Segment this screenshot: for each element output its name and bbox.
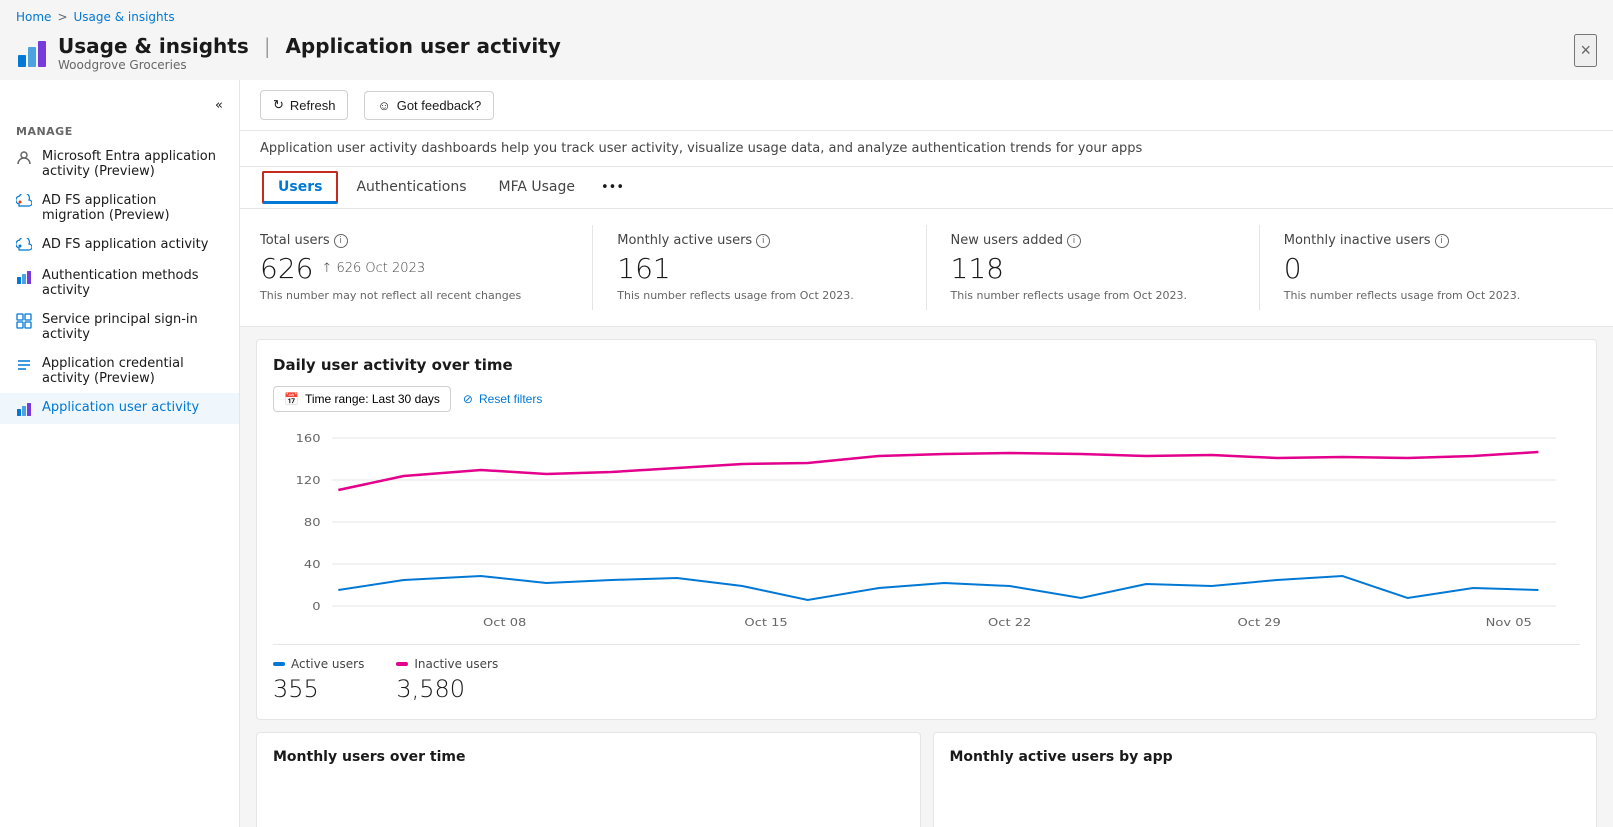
- more-tabs-button[interactable]: •••: [595, 170, 630, 205]
- sidebar-item-adfs-migration[interactable]: AD FS application migration (Preview): [0, 186, 239, 230]
- tab-bar: Users Authentications MFA Usage •••: [240, 167, 1613, 209]
- sidebar-item-label: Application user activity: [42, 400, 199, 415]
- svg-text:Oct 08: Oct 08: [483, 616, 526, 628]
- sidebar-item-app-credential[interactable]: Application credential activity (Preview…: [0, 349, 239, 393]
- description-text: Application user activity dashboards hel…: [260, 141, 1142, 156]
- chart-bar-icon: [16, 269, 32, 285]
- calendar-icon: 📅: [284, 392, 299, 406]
- chart-active-icon: [16, 401, 32, 417]
- list-icon: [16, 357, 32, 373]
- breadcrumb-current: Usage & insights: [74, 10, 175, 24]
- tab-users[interactable]: Users: [262, 171, 338, 204]
- person-icon: [16, 150, 32, 166]
- refresh-icon: ↻: [273, 97, 284, 113]
- sidebar-manage-label: Manage: [0, 119, 239, 142]
- bottom-charts-row: Monthly users over time Monthly active u…: [256, 732, 1597, 827]
- sidebar-item-label: Application credential activity (Preview…: [42, 356, 223, 386]
- svg-text:Oct 15: Oct 15: [744, 616, 787, 628]
- page-header: Usage & insights | Application user acti…: [0, 30, 1613, 80]
- active-users-dot: [273, 662, 285, 666]
- breadcrumb-separator: >: [57, 10, 67, 24]
- svg-text:Oct 22: Oct 22: [988, 616, 1031, 628]
- sidebar-collapse-button[interactable]: «: [0, 92, 239, 119]
- new-users-info-icon[interactable]: i: [1067, 234, 1081, 248]
- feedback-button[interactable]: ☺ Got feedback?: [364, 91, 494, 120]
- chart-filters: 📅 Time range: Last 30 days ⊘ Reset filte…: [273, 386, 1580, 412]
- monthly-active-by-app-card: Monthly active users by app: [933, 732, 1598, 827]
- stat-monthly-active-users: Monthly active users i 161 This number r…: [593, 225, 926, 310]
- reset-filters-button[interactable]: ⊘ Reset filters: [463, 392, 542, 406]
- svg-text:80: 80: [304, 516, 321, 529]
- stat-monthly-inactive-users: Monthly inactive users i 0 This number r…: [1260, 225, 1593, 310]
- sidebar-item-label: AD FS application migration (Preview): [42, 193, 223, 223]
- filter-icon: ⊘: [463, 392, 473, 406]
- chart-title: Daily user activity over time: [273, 356, 1580, 374]
- cloud-migration-icon: [16, 194, 32, 210]
- sidebar: « Manage Microsoft Entra application act…: [0, 80, 240, 827]
- monthly-users-over-time-card: Monthly users over time: [256, 732, 921, 827]
- page-title: Usage & insights | Application user acti…: [58, 34, 561, 58]
- stat-total-users: Total users i 626 ↑ 626 Oct 2023 This nu…: [260, 225, 593, 310]
- cloud-activity-icon: [16, 238, 32, 254]
- sidebar-item-service-principal[interactable]: Service principal sign-in activity: [0, 305, 239, 349]
- inactive-users-dot: [396, 662, 408, 666]
- sidebar-item-label: AD FS application activity: [42, 237, 208, 252]
- main-container: « Manage Microsoft Entra application act…: [0, 80, 1613, 827]
- page-title-text: Usage & insights | Application user acti…: [58, 34, 561, 72]
- svg-text:120: 120: [296, 474, 321, 487]
- sidebar-item-auth-methods[interactable]: Authentication methods activity: [0, 261, 239, 305]
- active-users-value: 355: [273, 675, 364, 703]
- sidebar-item-entra-app[interactable]: Microsoft Entra application activity (Pr…: [0, 142, 239, 186]
- stats-row: Total users i 626 ↑ 626 Oct 2023 This nu…: [240, 209, 1613, 327]
- breadcrumb: Home > Usage & insights: [0, 0, 1613, 30]
- page-title-area: Usage & insights | Application user acti…: [16, 34, 561, 72]
- svg-text:160: 160: [296, 432, 321, 445]
- sidebar-item-label: Authentication methods activity: [42, 268, 223, 298]
- tab-authentications[interactable]: Authentications: [340, 169, 482, 208]
- inactive-users-value: 3,580: [396, 675, 498, 703]
- app-icon: [16, 37, 48, 69]
- time-range-filter-button[interactable]: 📅 Time range: Last 30 days: [273, 386, 451, 412]
- legend-active-users: Active users 355: [273, 657, 364, 703]
- svg-text:Oct 29: Oct 29: [1238, 616, 1281, 628]
- total-users-info-icon[interactable]: i: [334, 234, 348, 248]
- feedback-icon: ☺: [377, 98, 390, 113]
- refresh-button[interactable]: ↻ Refresh: [260, 90, 348, 120]
- grid-icon: [16, 313, 32, 329]
- monthly-users-title: Monthly users over time: [273, 749, 904, 765]
- description-bar: Application user activity dashboards hel…: [240, 131, 1613, 167]
- monthly-active-info-icon[interactable]: i: [756, 234, 770, 248]
- org-name: Woodgrove Groceries: [58, 58, 561, 72]
- daily-activity-chart: 160 120 80 40 0 Oct 08 Oct 15 Oct 22 Oct…: [273, 428, 1580, 628]
- svg-text:40: 40: [304, 558, 321, 571]
- svg-text:0: 0: [312, 600, 320, 613]
- daily-activity-chart-section: Daily user activity over time 📅 Time ran…: [256, 339, 1597, 720]
- breadcrumb-home[interactable]: Home: [16, 10, 51, 24]
- stat-new-users-added: New users added i 118 This number reflec…: [927, 225, 1260, 310]
- close-button[interactable]: ×: [1574, 34, 1597, 67]
- tab-mfa-usage[interactable]: MFA Usage: [483, 169, 592, 208]
- monthly-active-by-app-title: Monthly active users by app: [950, 749, 1581, 765]
- content-area: ↻ Refresh ☺ Got feedback? Application us…: [240, 80, 1613, 827]
- svg-text:Nov 05: Nov 05: [1486, 616, 1532, 628]
- legend-inactive-users: Inactive users 3,580: [396, 657, 498, 703]
- sidebar-item-label: Service principal sign-in activity: [42, 312, 223, 342]
- toolbar: ↻ Refresh ☺ Got feedback?: [240, 80, 1613, 131]
- sidebar-item-label: Microsoft Entra application activity (Pr…: [42, 149, 223, 179]
- chart-legend: Active users 355 Inactive users 3,580: [273, 644, 1580, 703]
- sidebar-item-app-user-activity[interactable]: Application user activity: [0, 393, 239, 424]
- monthly-inactive-info-icon[interactable]: i: [1435, 234, 1449, 248]
- sidebar-item-adfs-activity[interactable]: AD FS application activity: [0, 230, 239, 261]
